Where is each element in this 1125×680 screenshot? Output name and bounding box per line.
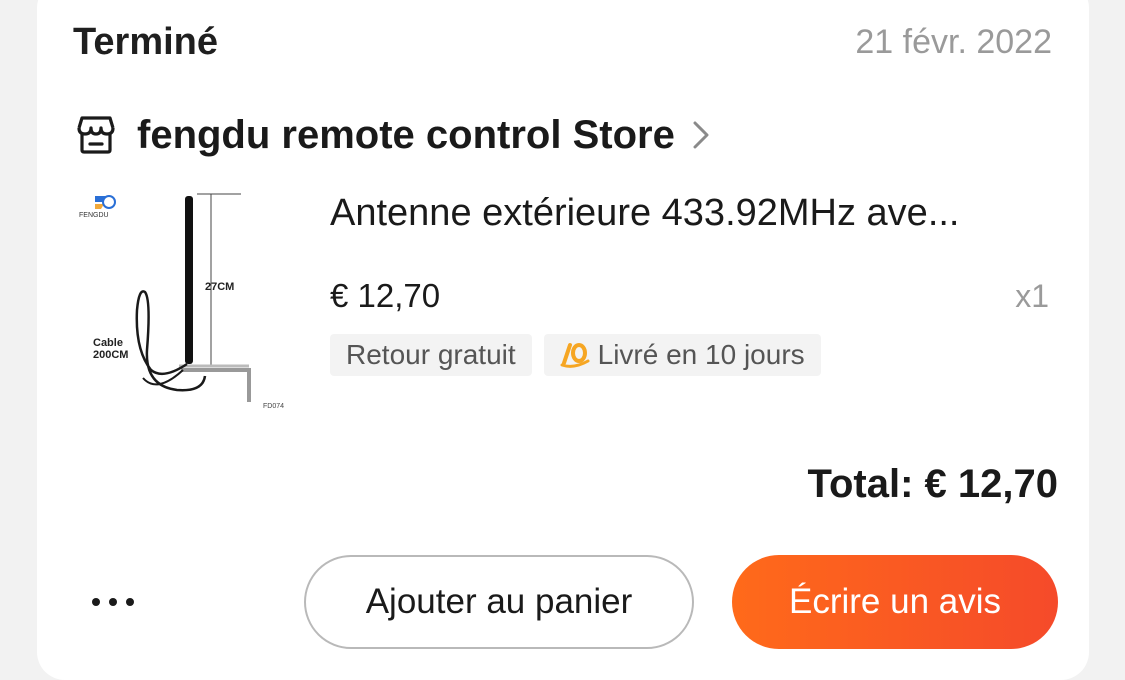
order-date: 21 févr. 2022 bbox=[855, 23, 1052, 61]
delivery-10-days-icon bbox=[560, 341, 590, 369]
chevron-right-icon bbox=[691, 120, 711, 150]
cable-label-line1: Cable bbox=[93, 337, 123, 349]
order-status: Terminé bbox=[73, 21, 219, 63]
store-link[interactable]: fengdu remote control Store bbox=[73, 110, 711, 160]
product-title[interactable]: Antenne extérieure 433.92MHz ave... bbox=[330, 190, 1052, 236]
dot bbox=[92, 598, 100, 606]
brand-text: FENGDU bbox=[79, 212, 109, 219]
product-code: FD074 bbox=[263, 403, 284, 410]
store-icon bbox=[73, 112, 119, 158]
write-review-button[interactable]: Écrire un avis bbox=[732, 555, 1058, 649]
add-to-cart-button[interactable]: Ajouter au panier bbox=[304, 555, 694, 649]
product-quantity: x1 bbox=[1015, 278, 1049, 314]
store-name: fengdu remote control Store bbox=[137, 113, 675, 157]
length-label: 27CM bbox=[205, 281, 234, 293]
cable-label-line2: 200CM bbox=[93, 349, 128, 361]
dot bbox=[126, 598, 134, 606]
more-options-icon[interactable] bbox=[92, 582, 152, 622]
delivery-tag: Livré en 10 jours bbox=[543, 334, 821, 376]
free-return-tag: Retour gratuit bbox=[330, 334, 532, 376]
product-price: € 12,70 bbox=[330, 277, 441, 314]
product-image[interactable]: FENGDU 27CM Cable 200CM FD074 bbox=[73, 180, 305, 412]
brand-logo bbox=[95, 195, 116, 209]
tag-label: Retour gratuit bbox=[346, 339, 516, 370]
dot bbox=[109, 598, 117, 606]
product-tags: Retour gratuit Livré en 10 jours bbox=[330, 334, 821, 376]
order-total: Total: € 12,70 bbox=[807, 462, 1058, 506]
tag-label: Livré en 10 jours bbox=[597, 339, 805, 370]
